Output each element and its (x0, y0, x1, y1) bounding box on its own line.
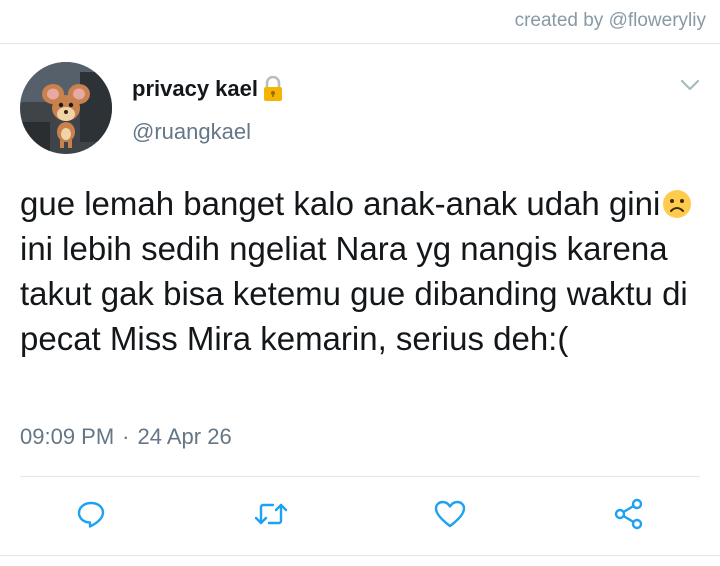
like-button[interactable] (430, 496, 470, 536)
actions-divider (20, 476, 700, 477)
tweet-time: 09:09 PM (20, 424, 115, 449)
timestamp-separator: · (122, 424, 130, 449)
retweet-button[interactable] (251, 496, 291, 536)
display-name-row: privacy kael (132, 75, 284, 102)
credit-label: created by @floweryliy (514, 10, 706, 31)
tweet-text: gue lemah banget kalo anak-anak udah gin… (20, 181, 700, 361)
bottom-divider (0, 555, 720, 556)
heart-icon (434, 499, 466, 534)
tweet-text-part1: gue lemah banget kalo anak-anak udah gin… (20, 185, 661, 222)
top-divider (0, 43, 720, 44)
retweet-icon (253, 499, 289, 534)
avatar-image (20, 62, 112, 154)
sad-face-emoji (662, 185, 692, 218)
share-icon (613, 498, 645, 535)
lock-icon (262, 75, 284, 102)
avatar[interactable] (20, 62, 112, 154)
reply-icon (76, 499, 106, 534)
tweet-actions (0, 496, 720, 536)
chevron-down-icon[interactable] (680, 78, 700, 92)
tweet-date: 24 Apr 26 (137, 424, 232, 449)
display-name[interactable]: privacy kael (132, 76, 258, 102)
reply-button[interactable] (71, 496, 111, 536)
user-handle[interactable]: @ruangkael (132, 119, 251, 145)
share-button[interactable] (609, 496, 649, 536)
tweet-screenshot: created by @floweryliy privacy kael @rua… (0, 0, 720, 566)
timestamp[interactable]: 09:09 PM · 24 Apr 26 (20, 424, 232, 450)
